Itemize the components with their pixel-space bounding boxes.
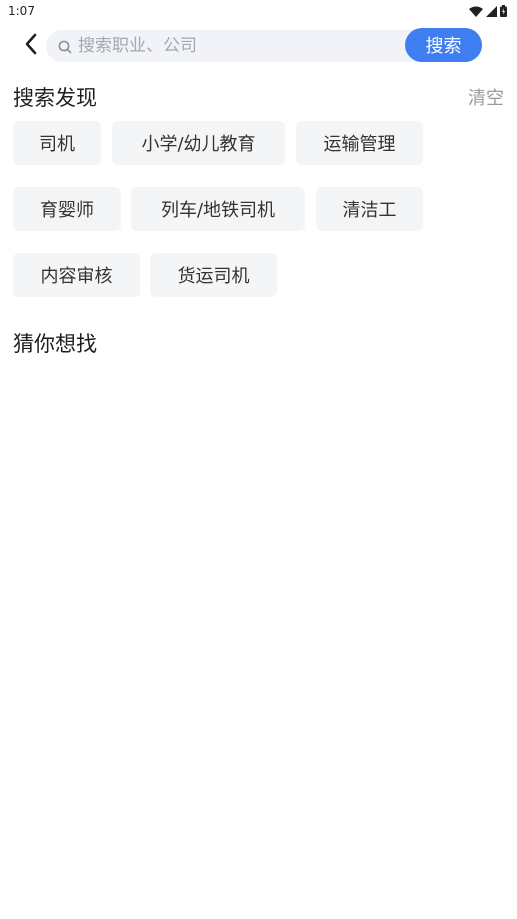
back-button[interactable] [18,32,44,60]
status-time: 1:07 [8,4,35,18]
search-icon [58,39,72,58]
search-button[interactable]: 搜索 [405,28,482,62]
search-input[interactable] [78,30,398,62]
search-header: 搜索 [0,26,517,66]
discover-tag[interactable]: 货运司机 [150,253,277,297]
signal-icon [486,5,497,17]
status-bar: 1:07 [0,0,517,22]
discover-title: 搜索发现 [13,86,97,110]
chevron-left-icon [24,33,38,59]
discover-tag[interactable]: 司机 [13,121,101,165]
search-screen: 1:07 搜索 搜索发现 清空 司机 [0,0,517,919]
discover-tag[interactable]: 运输管理 [296,121,423,165]
clear-button[interactable]: 清空 [468,84,504,110]
guess-title: 猜你想找 [13,332,97,356]
discover-tag[interactable]: 内容审核 [13,253,140,297]
discover-tag[interactable]: 育婴师 [13,187,121,231]
status-icons [469,5,507,17]
battery-icon [500,5,507,17]
wifi-icon [469,6,483,17]
discover-tag[interactable]: 清洁工 [316,187,423,231]
discover-tag[interactable]: 列车/地铁司机 [131,187,305,231]
discover-tag[interactable]: 小学/幼儿教育 [112,121,285,165]
